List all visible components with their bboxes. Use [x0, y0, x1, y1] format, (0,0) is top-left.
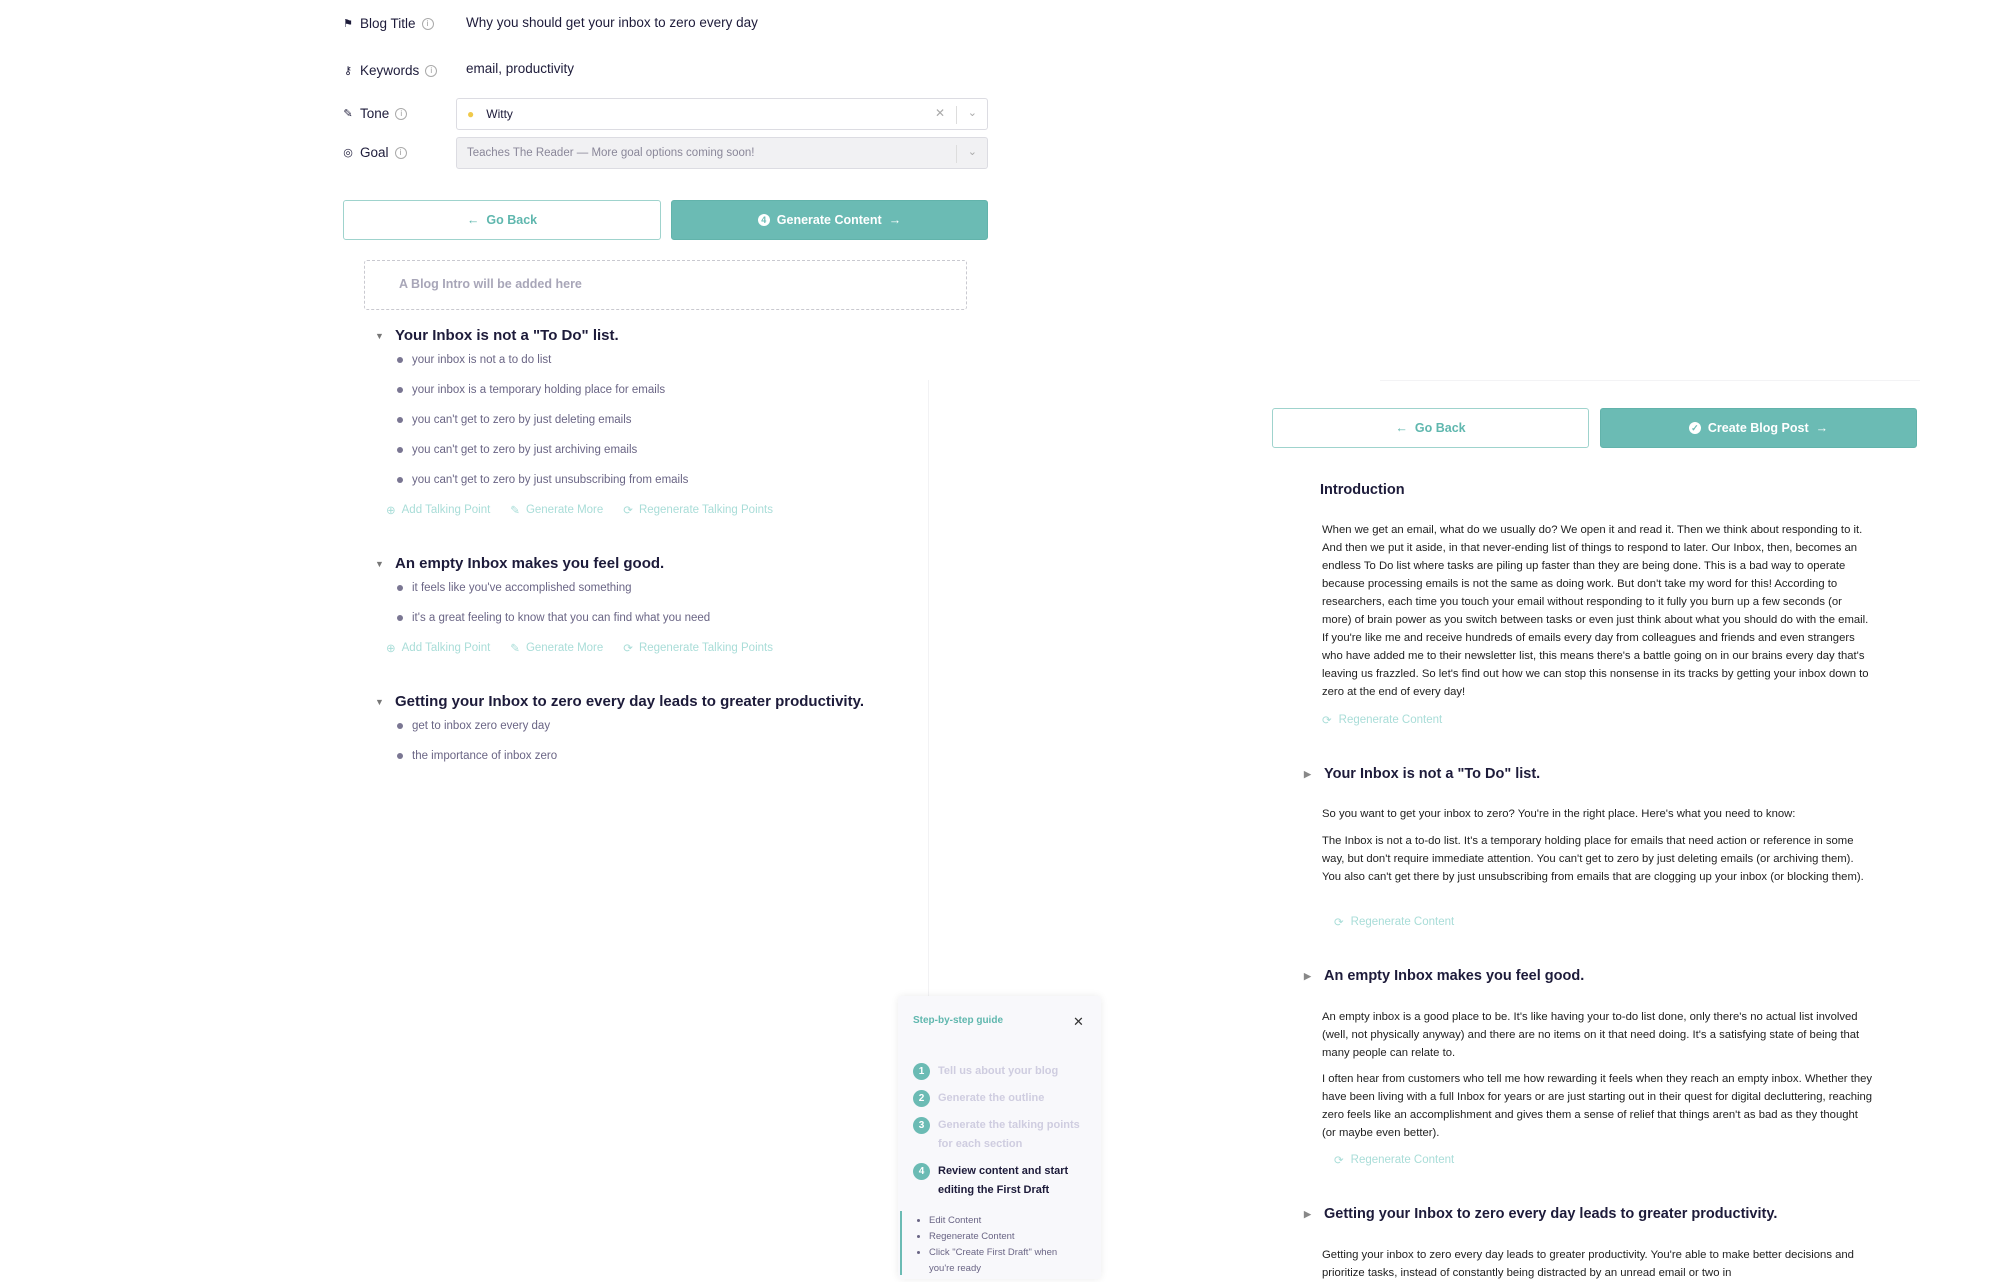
refresh-icon: ⟳	[623, 643, 633, 655]
key-icon: ⚷	[343, 65, 353, 77]
generate-more-button[interactable]: ✎ Generate More	[510, 503, 603, 517]
talking-point[interactable]: you can't get to zero by just deleting e…	[397, 414, 632, 426]
refresh-icon: ⟳	[1334, 917, 1344, 929]
go-back-button[interactable]: ← Go Back	[343, 200, 661, 240]
create-blog-post-button[interactable]: ✓ Create Blog Post →	[1600, 408, 1917, 448]
content-section-heading[interactable]: ▶ Your Inbox is not a "To Do" list.	[1304, 766, 1540, 782]
step-4-icon: 4	[757, 214, 770, 226]
refresh-icon: ⟳	[1334, 1155, 1344, 1167]
info-icon[interactable]: i	[425, 64, 438, 77]
arrow-right-icon: →	[888, 213, 902, 227]
talking-point[interactable]: you can't get to zero by just unsubscrib…	[397, 474, 688, 486]
lightbulb-icon: ●	[467, 107, 475, 121]
section-paragraph[interactable]: So you want to get your inbox to zero? Y…	[1322, 805, 1874, 823]
info-icon[interactable]: i	[421, 17, 434, 30]
generate-more-button[interactable]: ✎ Generate More	[510, 641, 603, 655]
intro-placeholder[interactable]: A Blog Intro will be added here	[364, 260, 967, 310]
tone-select[interactable]: ● Witty ✕ ⌄	[456, 98, 988, 130]
chevron-down-icon[interactable]: ⌄	[968, 106, 977, 119]
regenerate-talking-points-button[interactable]: ⟳ Regenerate Talking Points	[623, 641, 773, 655]
arrow-left-icon: ←	[466, 213, 480, 227]
target-icon: ◎	[343, 147, 353, 159]
tone-label: ✎ Tone i	[342, 106, 408, 121]
talking-point[interactable]: your inbox is not a to do list	[397, 354, 551, 366]
arrow-right-icon: →	[1815, 421, 1829, 435]
talking-point[interactable]: the importance of inbox zero	[397, 750, 557, 762]
edit-icon: ✎	[510, 505, 520, 517]
pen-icon: ✎	[343, 108, 353, 120]
content-section-heading[interactable]: ▶ An empty Inbox makes you feel good.	[1304, 968, 1584, 984]
talking-point[interactable]: your inbox is a temporary holding place …	[397, 384, 665, 396]
edit-icon: ✎	[510, 643, 520, 655]
section-paragraph[interactable]: The Inbox is not a to-do list. It's a te…	[1322, 832, 1874, 886]
talking-point-actions: ⊕ Add Talking Point ✎ Generate More ⟳ Regen…	[386, 641, 773, 655]
guide-step: 3 Generate the talking points for each se…	[913, 1116, 1093, 1154]
talking-point[interactable]: get to inbox zero every day	[397, 720, 550, 732]
goal-select[interactable]: Teaches The Reader — More goal options c…	[456, 137, 988, 169]
caret-right-icon[interactable]: ▶	[1304, 769, 1314, 780]
outline-section-heading[interactable]: ▼ Your Inbox is not a "To Do" list.	[375, 327, 619, 344]
guide-step-current: 4 Review content and start editing the Fi…	[913, 1162, 1093, 1200]
info-icon[interactable]: i	[395, 107, 408, 120]
guide-step: 1 Tell us about your blog	[913, 1062, 1093, 1081]
blog-title-label: ⚑ Blog Title i	[342, 16, 434, 31]
talking-point[interactable]: it feels like you've accomplished someth…	[397, 582, 632, 594]
info-icon[interactable]: i	[394, 146, 407, 159]
arrow-left-icon: ←	[1395, 421, 1408, 435]
intro-paragraph[interactable]: When we get an email, what do we usually…	[1322, 521, 1874, 701]
keywords-value[interactable]: email, productivity	[466, 61, 574, 76]
caret-down-icon[interactable]: ▼	[375, 331, 385, 341]
refresh-icon: ⟳	[623, 505, 633, 517]
talking-point-actions: ⊕ Add Talking Point ✎ Generate More ⟳ Regen…	[386, 503, 773, 517]
plus-circle-icon: ⊕	[386, 643, 396, 655]
close-icon[interactable]: ✕	[1073, 1014, 1084, 1030]
caret-right-icon[interactable]: ▶	[1304, 1209, 1314, 1220]
add-talking-point-button[interactable]: ⊕ Add Talking Point	[386, 641, 490, 655]
guide-title: Step-by-step guide	[913, 1015, 1004, 1026]
guide-substeps: Edit Content Regenerate Content Click "C…	[915, 1213, 1080, 1277]
regenerate-content-button[interactable]: ⟳ Regenerate Content	[1334, 1153, 1454, 1167]
caret-down-icon[interactable]: ▼	[375, 697, 385, 707]
section-paragraph[interactable]: An empty inbox is a good place to be. It…	[1322, 1008, 1874, 1062]
refresh-icon: ⟳	[1322, 715, 1332, 727]
regenerate-content-button[interactable]: ⟳ Regenerate Content	[1322, 713, 1442, 727]
go-back-button-right[interactable]: ← Go Back	[1272, 408, 1589, 448]
regenerate-content-button[interactable]: ⟳ Regenerate Content	[1334, 915, 1454, 929]
talking-point[interactable]: you can't get to zero by just archiving …	[397, 444, 637, 456]
flag-icon: ⚑	[343, 18, 353, 30]
talking-point[interactable]: it's a great feeling to know that you ca…	[397, 612, 710, 624]
clear-icon[interactable]: ✕	[935, 106, 945, 120]
outline-section-heading[interactable]: ▼ An empty Inbox makes you feel good.	[375, 555, 664, 572]
add-talking-point-button[interactable]: ⊕ Add Talking Point	[386, 503, 490, 517]
intro-heading: Introduction	[1320, 482, 1405, 498]
section-paragraph[interactable]: I often hear from customers who tell me …	[1322, 1070, 1874, 1142]
section-paragraph[interactable]: Getting your inbox to zero every day lea…	[1322, 1246, 1874, 1282]
content-section-heading[interactable]: ▶ Getting your Inbox to zero every day le…	[1304, 1206, 1777, 1222]
chevron-down-icon[interactable]: ⌄	[968, 145, 977, 158]
generate-content-button[interactable]: 4 Generate Content →	[671, 200, 988, 240]
keywords-label: ⚷ Keywords i	[342, 63, 438, 78]
caret-right-icon[interactable]: ▶	[1304, 971, 1314, 982]
caret-down-icon[interactable]: ▼	[375, 559, 385, 569]
check-circle-icon: ✓	[1688, 422, 1701, 434]
outline-section-heading[interactable]: ▼ Getting your Inbox to zero every day le…	[375, 693, 864, 710]
divider	[1380, 380, 1920, 381]
blog-title-value[interactable]: Why you should get your inbox to zero ev…	[466, 15, 758, 30]
plus-circle-icon: ⊕	[386, 505, 396, 517]
step-guide-panel: Step-by-step guide ✕ 1 Tell us about your…	[898, 996, 1101, 1279]
regenerate-talking-points-button[interactable]: ⟳ Regenerate Talking Points	[623, 503, 773, 517]
goal-label: ◎ Goal i	[342, 145, 407, 160]
guide-step: 2 Generate the outline	[913, 1089, 1093, 1108]
